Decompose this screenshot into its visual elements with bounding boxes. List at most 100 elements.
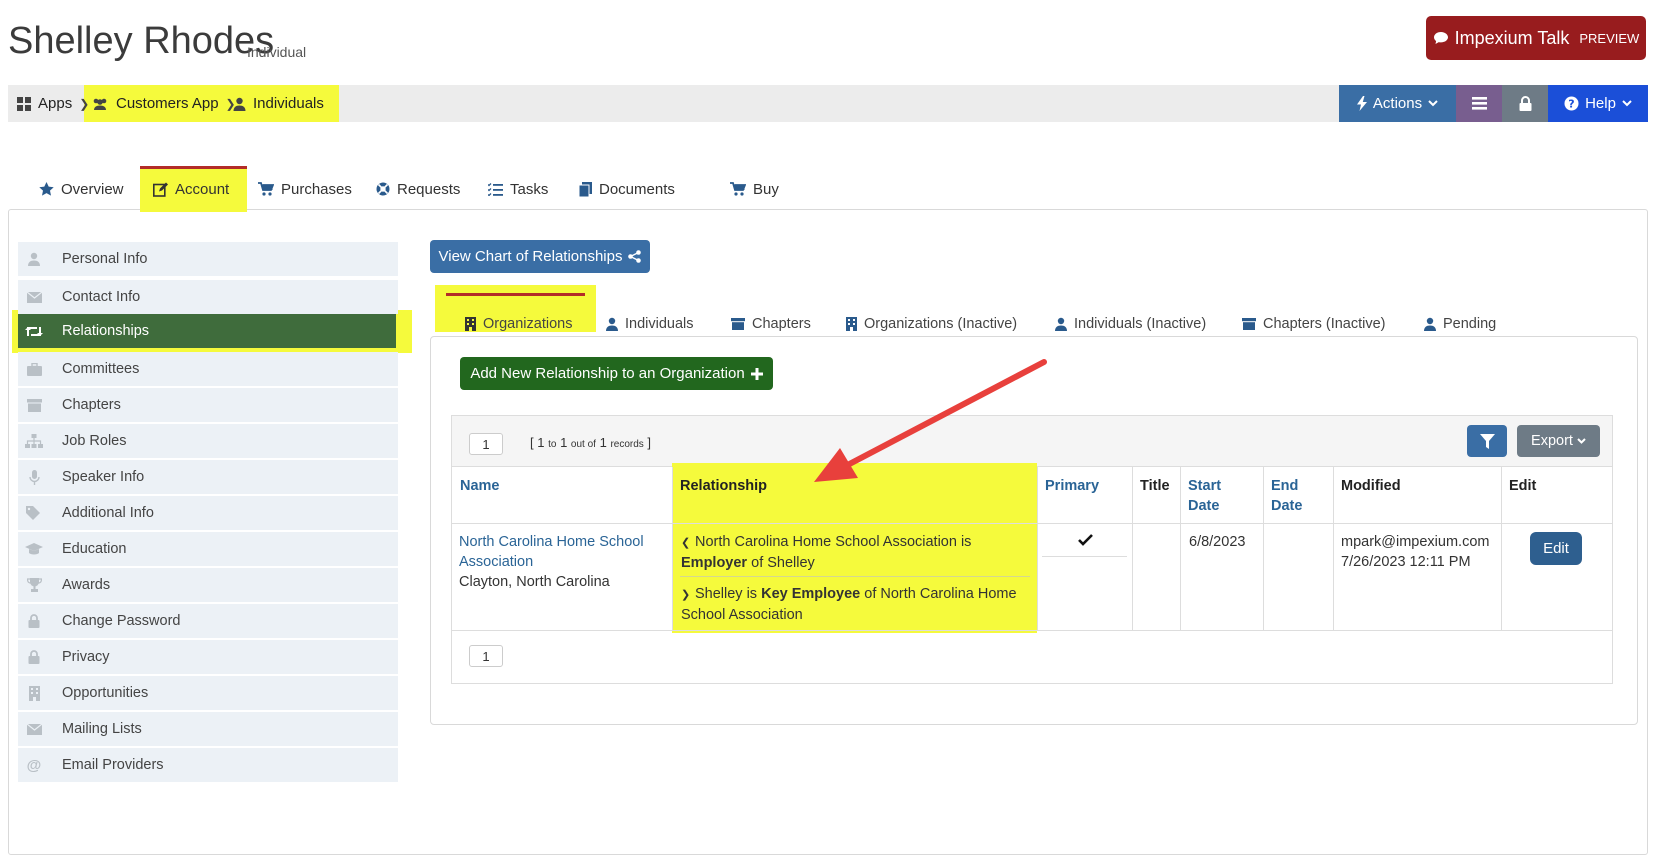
sidebar-item-awards[interactable]: Awards: [18, 568, 398, 602]
tab-requests[interactable]: Requests: [376, 168, 460, 210]
sidebar-item-label: Mailing Lists: [62, 721, 142, 737]
subtab-label: Chapters: [752, 316, 811, 332]
tab-tasks[interactable]: Tasks: [488, 168, 548, 210]
list-view-button[interactable]: [1456, 85, 1502, 122]
tab-purchases[interactable]: Purchases: [258, 168, 352, 210]
sidebar-item-additional-info[interactable]: Additional Info: [18, 496, 398, 530]
retweet-icon: [18, 314, 50, 348]
sidebar-item-label: Speaker Info: [62, 469, 145, 485]
view-chart-label: View Chart of Relationships: [438, 248, 623, 265]
chevron-down-icon: [1577, 438, 1586, 444]
edit-icon: [153, 182, 168, 197]
sidebar-item-label: Change Password: [62, 613, 181, 629]
export-button[interactable]: Export: [1517, 425, 1600, 457]
tab-buy[interactable]: Buy: [730, 168, 779, 210]
archive-icon: [1242, 318, 1256, 330]
subtab-label: Chapters (Inactive): [1263, 316, 1386, 332]
subtab-individuals-inactive[interactable]: Individuals (Inactive): [1055, 303, 1206, 345]
subtab-chapters-inactive[interactable]: Chapters (Inactive): [1242, 303, 1386, 345]
sidebar-item-label: Relationships: [62, 323, 150, 339]
tab-purchases-label: Purchases: [281, 180, 352, 198]
help-button[interactable]: ? Help: [1548, 85, 1648, 122]
modified-value: mpark@impexium.com 7/26/2023 12:11 PM: [1341, 532, 1489, 572]
page-subtitle: Individual: [247, 44, 307, 60]
subtab-individuals[interactable]: Individuals: [606, 303, 694, 345]
actions-button[interactable]: Actions: [1339, 85, 1456, 122]
sidebar-item-committees[interactable]: Committees: [18, 352, 398, 386]
subtab-pending[interactable]: Pending: [1424, 303, 1496, 345]
sidebar-item-privacy[interactable]: Privacy: [18, 640, 398, 674]
user-icon: [233, 97, 246, 111]
relationship-2-target: of North Carolina Home: [864, 586, 1017, 602]
column-header-end-date[interactable]: End Date: [1263, 467, 1333, 523]
tab-overview[interactable]: Overview: [39, 168, 124, 210]
column-header-start-date[interactable]: Start Date: [1180, 467, 1263, 523]
subtab-chapters[interactable]: Chapters: [731, 303, 811, 345]
checkmark-icon: [1078, 534, 1093, 546]
sidebar-item-change-password[interactable]: Change Password: [18, 604, 398, 638]
tab-documents[interactable]: Documents: [579, 168, 675, 210]
sidebar-item-job-roles[interactable]: Job Roles: [18, 424, 398, 458]
organization-link[interactable]: North Carolina Home School Association: [459, 534, 644, 570]
sidebar-item-opportunities[interactable]: Opportunities: [18, 676, 398, 710]
breadcrumb-customers-app[interactable]: Customers App ❯: [91, 85, 236, 122]
subtab-label: Pending: [1443, 316, 1497, 332]
annotation-arrow-icon: [814, 359, 1047, 482]
grid-divider: [452, 523, 1612, 524]
filter-button[interactable]: [1467, 425, 1507, 457]
grid-divider: [672, 467, 673, 630]
records-total: 1: [599, 435, 607, 450]
sidebar-item-label: Awards: [62, 577, 111, 593]
tab-tasks-label: Tasks: [510, 180, 549, 198]
sidebar-item-chapters[interactable]: Chapters: [18, 388, 398, 422]
breadcrumb-individuals-label: Individuals: [253, 95, 324, 112]
grid-icon: [17, 96, 31, 111]
breadcrumb-individuals[interactable]: Individuals: [233, 85, 324, 122]
subtab-organizations[interactable]: Organizations: [465, 303, 572, 345]
sidebar-item-contact-info[interactable]: Contact Info: [18, 280, 398, 314]
view-chart-button[interactable]: View Chart of Relationships: [430, 240, 650, 273]
subtab-organizations-inactive[interactable]: Organizations (Inactive): [846, 303, 1017, 345]
relationship-2-role: Key Employee: [761, 586, 861, 602]
grid-divider: [1333, 467, 1334, 630]
building-icon: [18, 676, 50, 710]
sidebar-item-speaker-info[interactable]: Speaker Info: [18, 460, 398, 494]
sidebar-item-label: Personal Info: [62, 251, 148, 267]
sidebar-item-email-providers[interactable]: @ Email Providers: [18, 748, 398, 782]
modified-at: 7/26/2023 12:11 PM: [1341, 554, 1471, 570]
microphone-icon: [18, 460, 50, 494]
page-number-bottom[interactable]: 1: [469, 645, 503, 667]
add-relationship-button[interactable]: Add New Relationship to an Organization: [460, 357, 773, 390]
trophy-icon: [18, 568, 50, 602]
chevron-right-icon: ❯: [681, 589, 691, 601]
list-icon: [1471, 97, 1487, 110]
grid-divider: [1037, 467, 1038, 630]
sidebar-item-label: Email Providers: [62, 757, 164, 773]
cart-icon: [258, 182, 274, 196]
column-header-title[interactable]: Title: [1132, 467, 1180, 523]
sidebar-item-relationships[interactable]: Relationships: [18, 314, 396, 348]
sidebar-item-mailing-lists[interactable]: Mailing Lists: [18, 712, 398, 746]
bolt-icon: [1356, 96, 1367, 111]
sidebar-item-label: Chapters: [62, 397, 121, 413]
end-date-header-line2: Date: [1271, 498, 1303, 514]
column-header-name[interactable]: Name: [452, 467, 672, 523]
envelope-icon: [18, 280, 50, 314]
edit-button[interactable]: Edit: [1530, 532, 1582, 565]
impexium-talk-button[interactable]: Impexium Talk PREVIEW: [1426, 16, 1646, 60]
add-relationship-label: Add New Relationship to an Organization: [470, 365, 745, 382]
lock-button[interactable]: [1502, 85, 1548, 122]
tab-documents-label: Documents: [599, 180, 675, 198]
organization-name-line1: North Carolina Home School: [459, 534, 644, 550]
talk-label: Impexium Talk: [1454, 27, 1570, 48]
archive-icon: [18, 388, 50, 422]
relationship-2-target-cont: School Association: [681, 607, 803, 623]
tab-account[interactable]: Account: [153, 168, 229, 210]
sidebar-item-education[interactable]: Education: [18, 532, 398, 566]
page-number-top[interactable]: 1: [469, 433, 503, 455]
breadcrumb-apps[interactable]: Apps ❯: [17, 85, 89, 122]
start-date-header-line2: Date: [1188, 498, 1220, 514]
start-date-header-line1: Start: [1188, 478, 1222, 494]
sidebar-item-personal-info[interactable]: Personal Info: [18, 242, 398, 276]
sidebar-item-label: Committees: [62, 361, 140, 377]
